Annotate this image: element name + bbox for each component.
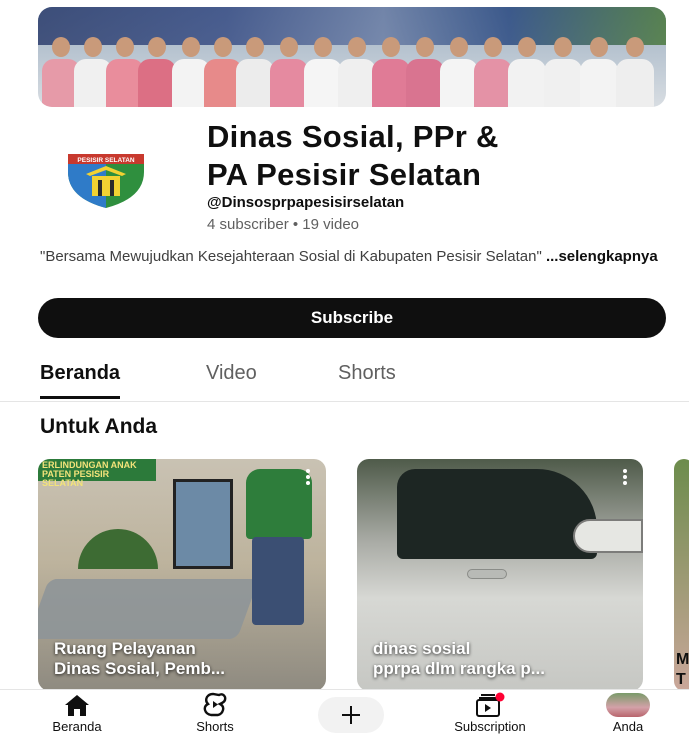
section-title: Untuk Anda bbox=[40, 415, 158, 438]
tab-shorts[interactable]: Shorts bbox=[338, 362, 396, 385]
pesisir-selatan-logo-icon: PESISIR SELATAN bbox=[68, 154, 144, 208]
nav-shorts[interactable]: Shorts bbox=[165, 692, 265, 734]
channel-banner bbox=[38, 7, 666, 107]
nav-label: Beranda bbox=[52, 719, 102, 734]
short-title-partial: M T bbox=[676, 651, 689, 688]
channel-description[interactable]: "Bersama Mewujudkan Kesejahteraan Sosial… bbox=[40, 247, 660, 266]
notification-dot bbox=[495, 692, 505, 702]
channel-avatar[interactable]: PESISIR SELATAN bbox=[58, 140, 154, 220]
banner-group-photo bbox=[38, 37, 666, 107]
more-options-icon[interactable] bbox=[304, 469, 312, 489]
plus-icon bbox=[342, 706, 360, 724]
nav-label: Shorts bbox=[196, 719, 234, 734]
subscribe-button[interactable]: Subscribe bbox=[38, 298, 666, 338]
bottom-navigation: Beranda Shorts Subscription Anda bbox=[0, 689, 689, 737]
tab-beranda[interactable]: Beranda bbox=[40, 362, 121, 399]
shorts-icon bbox=[203, 692, 227, 717]
description-text: "Bersama Mewujudkan Kesejahteraan Sosial… bbox=[40, 248, 542, 265]
avatar bbox=[606, 693, 650, 717]
nav-subscription[interactable]: Subscription bbox=[440, 692, 540, 734]
thumbnail-sign-text: ERLINDUNGAN ANAK PATEN PESISIR SELATAN bbox=[38, 459, 156, 488]
short-title: Ruang Pelayanan Dinas Sosial, Pemb... bbox=[54, 639, 226, 678]
nav-label: Subscription bbox=[454, 719, 526, 734]
nav-label: Anda bbox=[612, 719, 644, 734]
tab-video[interactable]: Video bbox=[206, 362, 257, 385]
channel-stats: 4 subscriber • 19 video bbox=[207, 216, 359, 233]
channel-handle: @Dinsosprpapesisirselatan bbox=[207, 194, 405, 211]
short-title: dinas sosial pprpa dlm rangka p... bbox=[373, 639, 545, 678]
channel-title-line2: PA Pesisir Selatan bbox=[207, 157, 482, 192]
channel-tabs: Beranda Video Shorts bbox=[0, 352, 689, 402]
channel-title-line1: Dinas Sosial, PPr & bbox=[207, 119, 499, 154]
create-button[interactable] bbox=[318, 697, 384, 733]
short-card[interactable]: dinas sosial pprpa dlm rangka p... bbox=[357, 459, 643, 691]
subscriptions-icon bbox=[476, 692, 505, 717]
nav-anda[interactable]: Anda bbox=[578, 692, 678, 734]
nav-beranda[interactable]: Beranda bbox=[27, 692, 127, 734]
logo-text: PESISIR SELATAN bbox=[77, 157, 134, 164]
channel-title: Dinas Sosial, PPr & PA Pesisir Selatan bbox=[207, 118, 667, 194]
home-icon bbox=[65, 695, 89, 716]
short-card[interactable]: ERLINDUNGAN ANAK PATEN PESISIR SELATAN R… bbox=[38, 459, 326, 691]
more-options-icon[interactable] bbox=[621, 469, 629, 489]
description-more-link[interactable]: ...selengkapnya bbox=[546, 248, 658, 265]
